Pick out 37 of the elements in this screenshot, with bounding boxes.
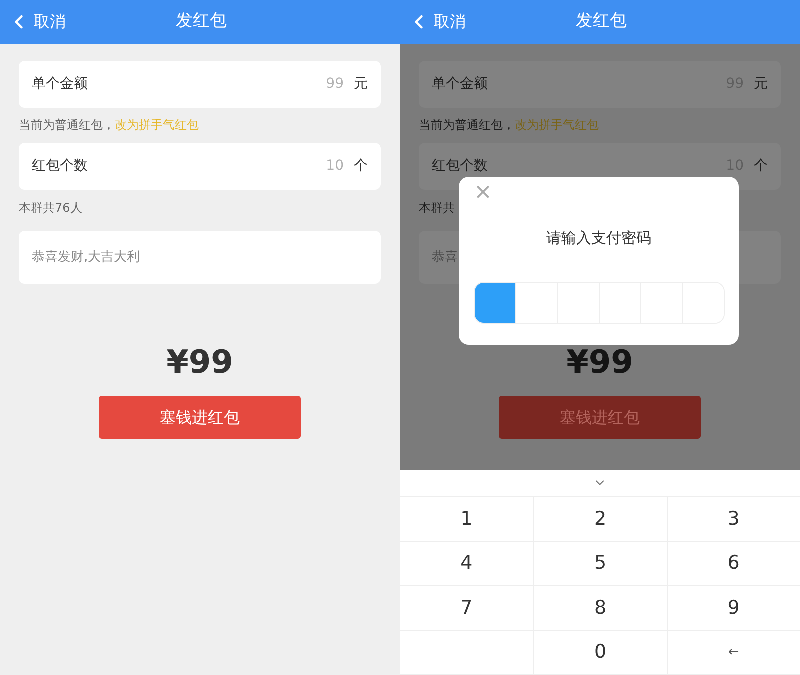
submit-button[interactable]: 塞钱进红包 <box>99 396 301 439</box>
total-amount: ¥99 <box>566 346 634 378</box>
message-input[interactable]: 恭喜发财,大吉大利 <box>32 248 368 268</box>
value-input[interactable]: 10 <box>88 156 344 177</box>
digit-key[interactable]: 9 <box>666 586 800 630</box>
unit-label: 个 <box>754 157 768 176</box>
total-amount: ¥99 <box>166 346 234 378</box>
input-field[interactable]: 单个金额 99 元 <box>19 61 381 108</box>
page-title: 发红包 <box>576 10 627 34</box>
digit-key[interactable]: 3 <box>666 497 800 542</box>
field-label: 红包个数 <box>32 157 88 176</box>
member-count: 本群共 <box>419 200 456 215</box>
digit-key[interactable]: 6 <box>666 542 800 586</box>
member-count: 本群共76人 <box>19 200 84 215</box>
digit-key[interactable]: 4 <box>400 542 534 586</box>
hint-text: 当前为普通红包， <box>419 117 515 134</box>
digit-key[interactable]: 1 <box>400 497 534 542</box>
field-label: 单个金额 <box>432 75 488 94</box>
digit-key[interactable]: 0 <box>533 630 667 675</box>
backspace-key[interactable]: ← <box>666 630 800 675</box>
unit-label: 元 <box>354 75 368 94</box>
field-label: 单个金额 <box>32 75 88 94</box>
page-title: 发红包 <box>176 10 227 34</box>
unit-label: 元 <box>754 75 768 94</box>
digit-key[interactable]: 2 <box>533 497 667 542</box>
value-input[interactable]: 99 <box>88 74 344 95</box>
unit-label: 个 <box>354 157 368 176</box>
message-field[interactable]: 恭喜发财,大吉大利 <box>19 231 381 284</box>
digit-key[interactable]: 8 <box>533 586 667 630</box>
digit-key[interactable]: 5 <box>533 542 667 586</box>
dialog-title: 请输入支付密码 <box>546 228 652 249</box>
input-field[interactable]: 红包个数 10 个 <box>19 143 381 190</box>
hint-text: 当前为普通红包， <box>19 117 115 134</box>
field-label: 红包个数 <box>432 157 488 176</box>
pin-input[interactable] <box>474 282 724 324</box>
digit-key[interactable]: 7 <box>400 586 534 630</box>
message-input[interactable]: 恭喜 <box>432 248 768 268</box>
